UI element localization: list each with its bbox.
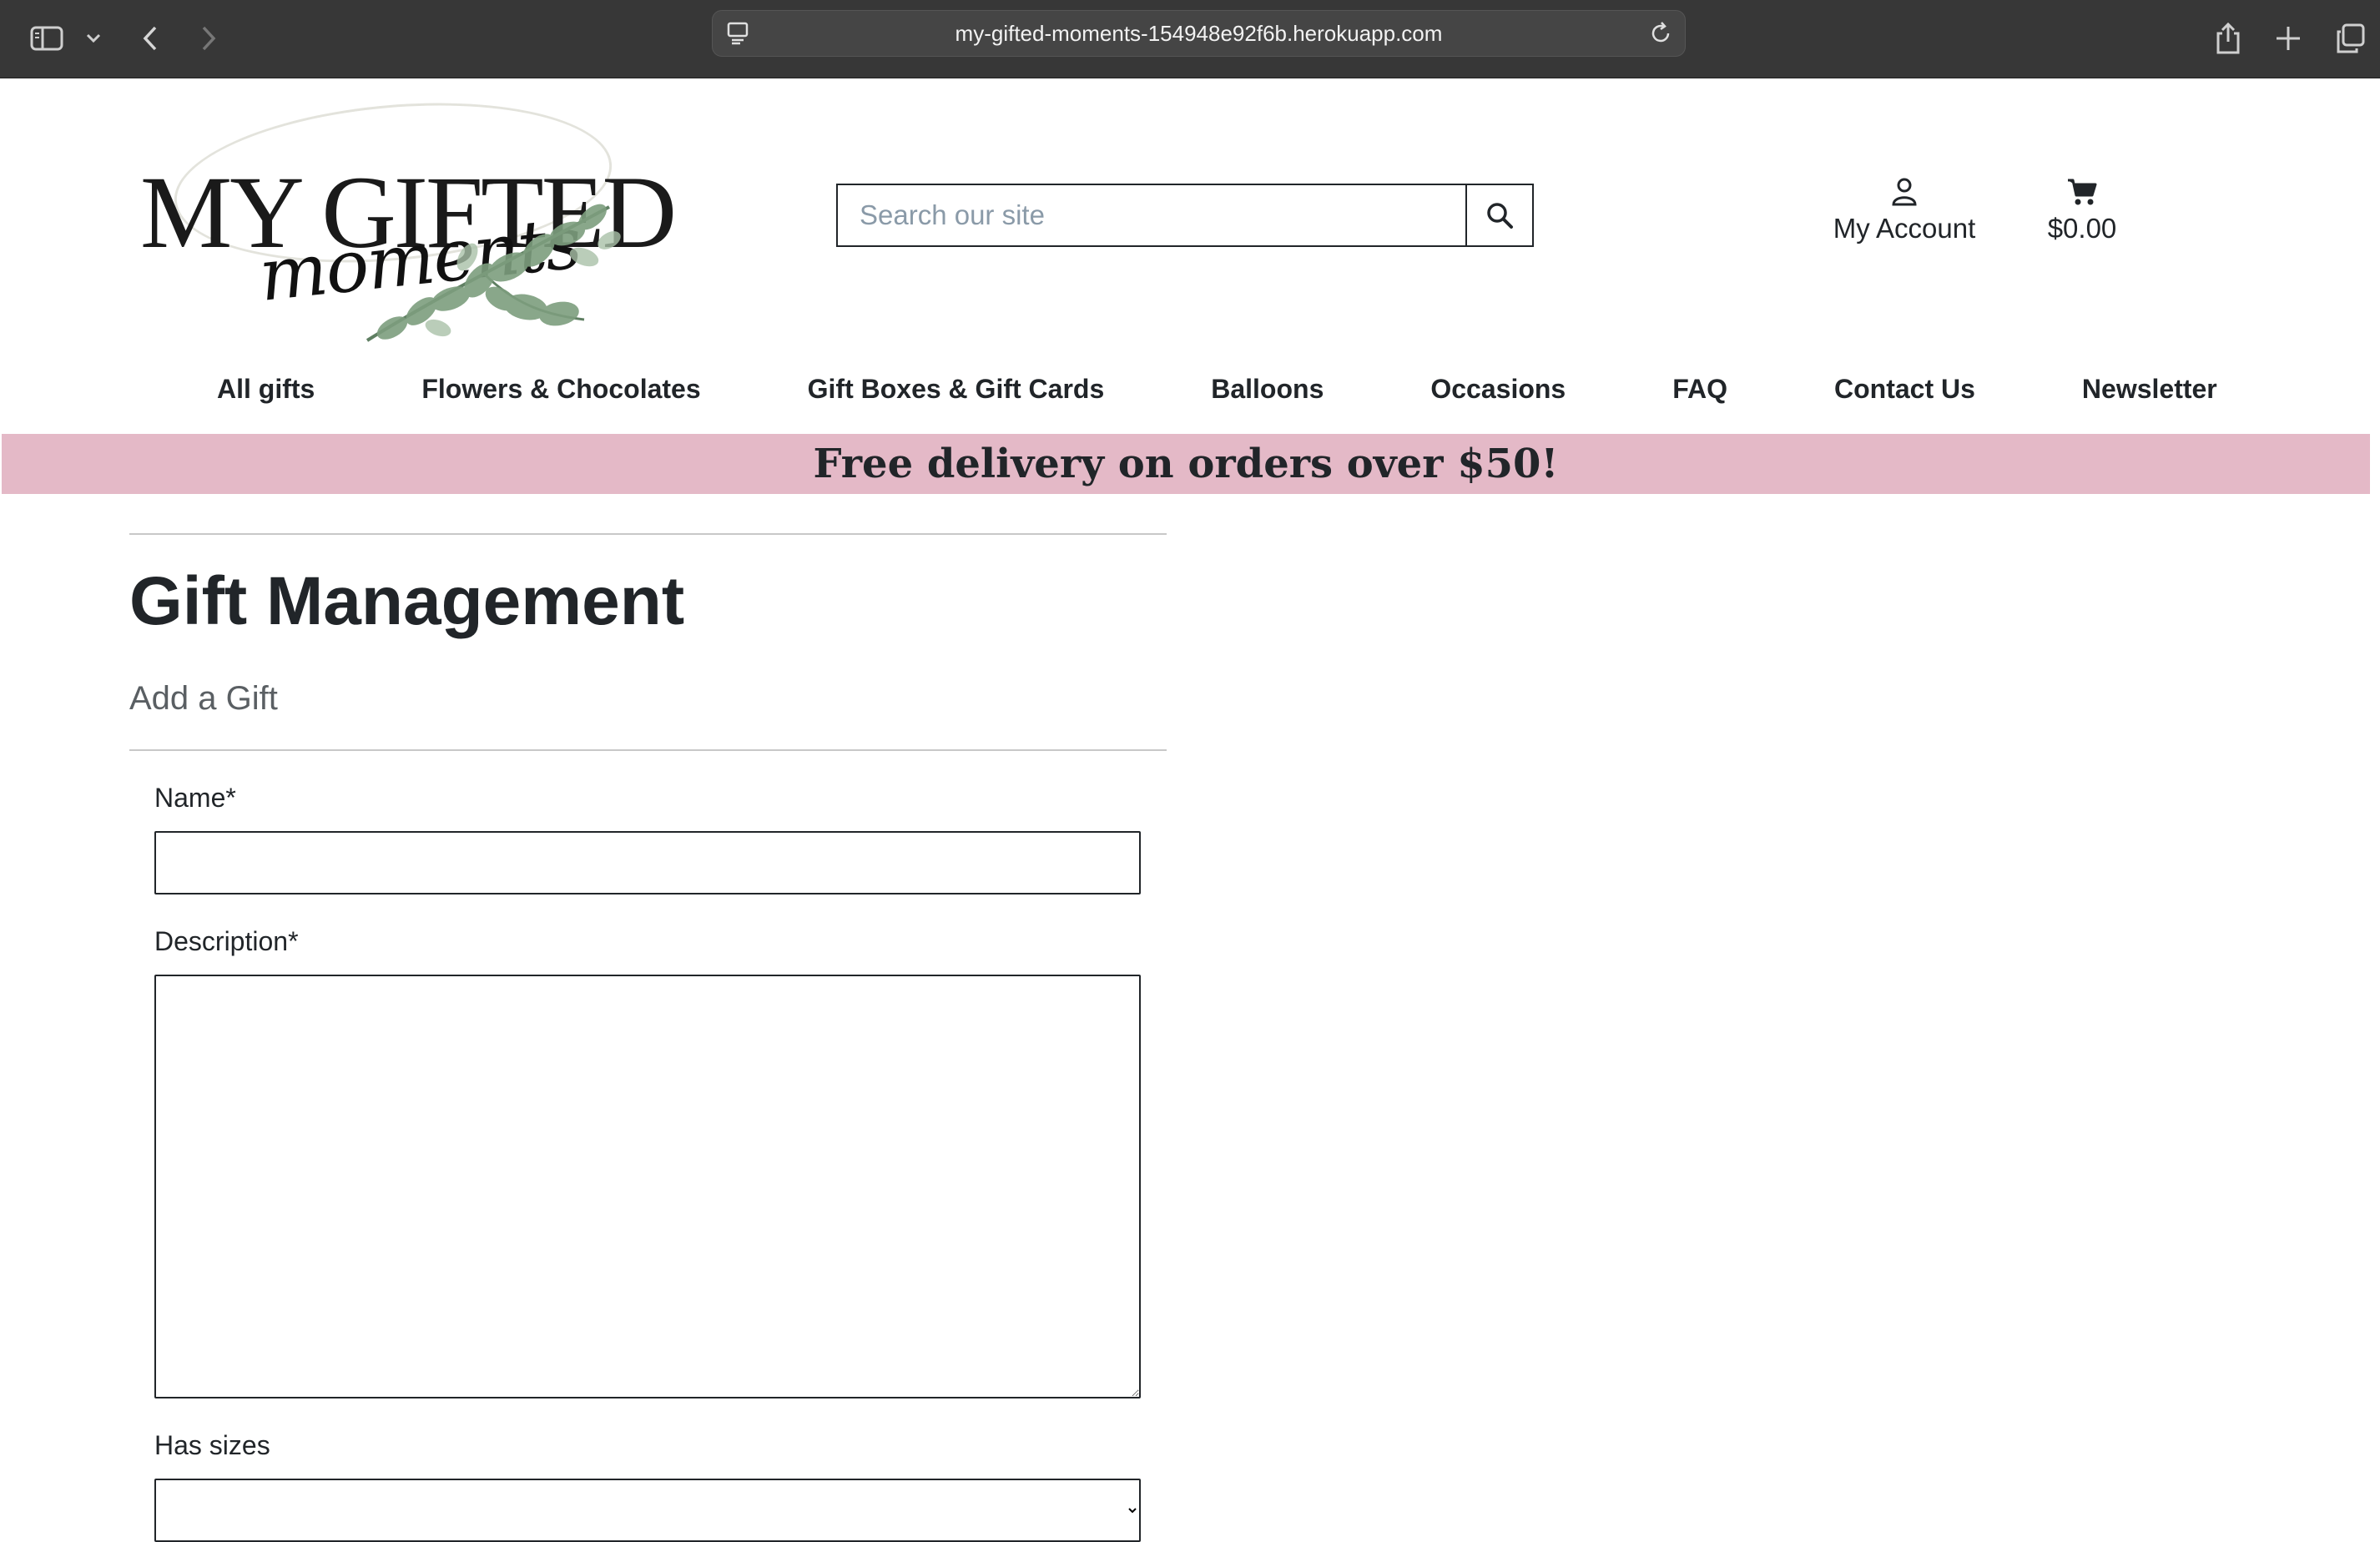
nav-item-flowers-chocolates[interactable]: Flowers & Chocolates: [421, 374, 700, 405]
user-icon: [1892, 178, 1917, 206]
delivery-banner-text: Free delivery on orders over $50!: [813, 441, 1559, 487]
divider: [129, 533, 1167, 535]
reload-icon[interactable]: [1648, 21, 1673, 52]
share-icon[interactable]: [2206, 17, 2250, 60]
description-field[interactable]: [154, 975, 1141, 1398]
has-sizes-select[interactable]: [154, 1479, 1141, 1542]
nav-item-balloons[interactable]: Balloons: [1211, 374, 1324, 405]
name-label: Name*: [154, 783, 236, 813]
search-input[interactable]: [836, 184, 1466, 247]
forward-icon[interactable]: [187, 17, 230, 60]
back-icon[interactable]: [129, 17, 172, 60]
new-tab-icon[interactable]: [2267, 17, 2310, 60]
search-icon: [1487, 203, 1514, 229]
page-title: Gift Management: [129, 563, 685, 639]
delivery-banner: Free delivery on orders over $50!: [2, 434, 2370, 494]
my-account-label: My Account: [1833, 213, 1976, 244]
has-sizes-label: Has sizes: [154, 1430, 270, 1460]
url-text: my-gifted-moments-154948e92f6b.herokuapp…: [955, 20, 1443, 46]
nav-item-all-gifts[interactable]: All gifts: [217, 374, 315, 405]
cart-total: $0.00: [2047, 213, 2117, 244]
divider: [129, 749, 1167, 751]
page-subtitle: Add a Gift: [129, 680, 278, 717]
nav-item-occasions[interactable]: Occasions: [1430, 374, 1566, 405]
browser-toolbar: my-gifted-moments-154948e92f6b.herokuapp…: [0, 0, 2380, 78]
tab-overview-icon[interactable]: [2328, 17, 2372, 60]
main-nav: All gifts Flowers & Chocolates Gift Boxe…: [217, 367, 2217, 411]
description-label: Description*: [154, 926, 299, 956]
site-logo[interactable]: MY GIFTED moments: [134, 86, 677, 349]
name-field[interactable]: [154, 831, 1141, 894]
cart-icon: [2068, 179, 2097, 205]
address-bar[interactable]: my-gifted-moments-154948e92f6b.herokuapp…: [712, 10, 1686, 57]
search-button[interactable]: [1465, 184, 1534, 247]
site-search: [836, 184, 1534, 247]
chevron-down-icon[interactable]: [73, 17, 113, 60]
sidebar-toggle-icon[interactable]: [25, 17, 68, 60]
nav-item-gift-boxes[interactable]: Gift Boxes & Gift Cards: [808, 374, 1105, 405]
my-account-link[interactable]: My Account: [1819, 177, 1989, 244]
nav-item-contact-us[interactable]: Contact Us: [1834, 374, 1975, 405]
nav-item-newsletter[interactable]: Newsletter: [2082, 374, 2217, 405]
site-settings-icon[interactable]: [726, 21, 751, 52]
shopping-bag-link[interactable]: $0.00: [2036, 177, 2128, 244]
eucalyptus-leaves-icon: [366, 204, 621, 342]
nav-item-faq[interactable]: FAQ: [1672, 374, 1727, 405]
